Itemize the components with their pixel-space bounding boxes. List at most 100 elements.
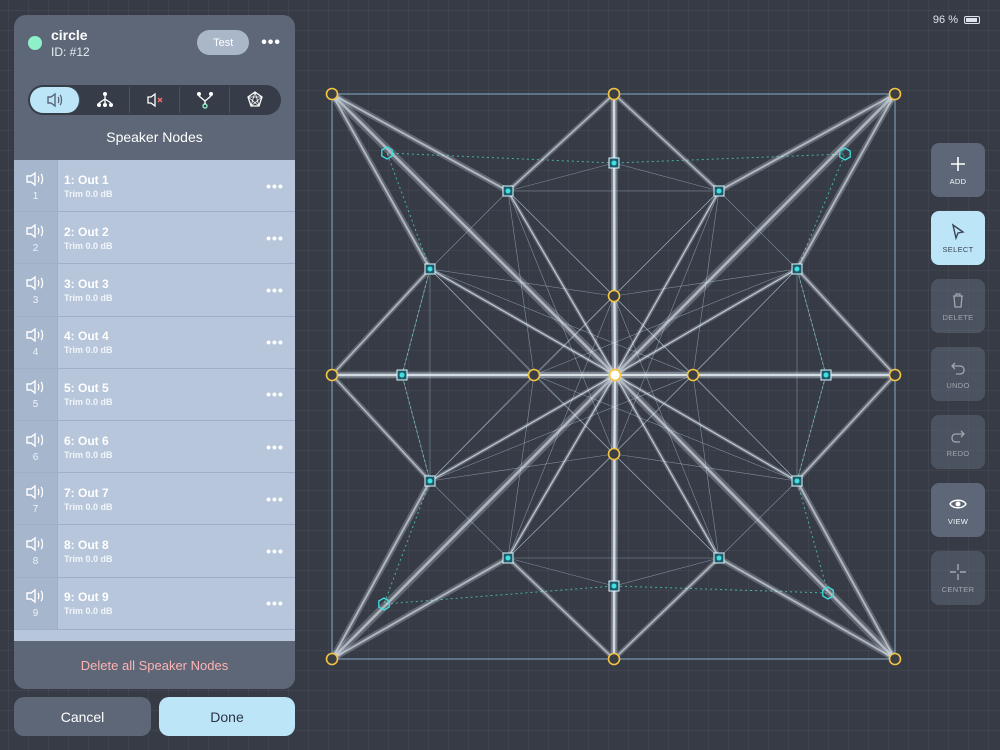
anchor-node-circle[interactable] (325, 368, 339, 382)
tool-label: UNDO (946, 380, 970, 390)
speaker-node-dot[interactable] (427, 478, 433, 484)
node-name: 7: Out 7 (64, 485, 109, 500)
node-trim: Trim 0.0 dB (64, 449, 113, 460)
connection-line (429, 374, 535, 482)
spoke-line (507, 93, 615, 192)
speaker-layout-canvas[interactable] (310, 70, 920, 680)
tool-delete-button[interactable]: DELETE (931, 279, 985, 333)
tool-label: ADD (949, 176, 967, 186)
tool-palette: ADD SELECT DELETE UNDO REDO VIEW CENTER (931, 143, 985, 619)
speaker-node-list[interactable]: 1 1: Out 1 Trim 0.0 dB ••• 2 2: Out 2 Tr… (14, 160, 295, 656)
speaker-node-dot[interactable] (823, 372, 829, 378)
node-info: 3: Out 3 Trim 0.0 dB (58, 264, 255, 315)
tool-label: DELETE (942, 312, 974, 322)
tool-label: REDO (946, 448, 970, 458)
row-more-options-icon[interactable]: ••• (255, 264, 295, 315)
anchor-node-circle[interactable] (607, 652, 621, 666)
test-button[interactable]: Test (197, 30, 250, 55)
speaker-node-row[interactable]: 9 9: Out 9 Trim 0.0 dB ••• (14, 577, 295, 630)
node-name: 6: Out 6 (64, 433, 109, 448)
speaker-node-dot[interactable] (505, 188, 511, 194)
node-number: 7 (32, 503, 39, 515)
tool-undo-button[interactable]: UNDO (931, 347, 985, 401)
done-button[interactable]: Done (159, 697, 295, 736)
anchor-node-circle[interactable] (607, 87, 621, 101)
tree-node-icon (196, 92, 213, 109)
tab-speaker-nodes[interactable] (30, 87, 80, 113)
more-options-icon[interactable]: ••• (261, 34, 281, 52)
tool-label: SELECT (942, 244, 974, 254)
row-more-options-icon[interactable]: ••• (255, 317, 295, 368)
speaker-node-dot[interactable] (794, 266, 800, 272)
row-more-options-icon[interactable]: ••• (255, 212, 295, 263)
anchor-node-circle[interactable] (325, 87, 339, 101)
speaker-node-row[interactable]: 1 1: Out 1 Trim 0.0 dB ••• (14, 160, 295, 213)
plus-icon (951, 156, 965, 171)
speaker-node-row[interactable]: 8 8: Out 8 Trim 0.0 dB ••• (14, 525, 295, 578)
node-number: 4 (32, 347, 39, 359)
speaker-node-dot[interactable] (716, 188, 722, 194)
anchor-node-circle[interactable] (607, 447, 621, 461)
speaker-icon (25, 588, 43, 604)
tab-muted-speakers[interactable] (130, 87, 180, 113)
speaker-muted-icon (146, 92, 162, 108)
tool-add-button[interactable]: ADD (931, 143, 985, 197)
node-type-segmented-control (28, 85, 281, 115)
speaker-node-dot[interactable] (794, 478, 800, 484)
speaker-node-dot[interactable] (427, 266, 433, 272)
speaker-icon (25, 484, 43, 500)
eye-icon (949, 499, 967, 508)
anchor-node-circle[interactable] (686, 368, 700, 382)
speaker-node-row[interactable]: 2 2: Out 2 Trim 0.0 dB ••• (14, 212, 295, 265)
cancel-button[interactable]: Cancel (14, 697, 151, 736)
tab-hierarchy[interactable] (80, 87, 130, 113)
anchor-node-circle[interactable] (888, 368, 902, 382)
tool-center-button[interactable]: CENTER (931, 551, 985, 605)
speaker-node-dot[interactable] (611, 160, 617, 166)
spoke-line (613, 295, 616, 376)
row-more-options-icon[interactable]: ••• (255, 578, 295, 629)
speaker-icon (46, 92, 62, 108)
tool-label: CENTER (941, 584, 975, 594)
tab-network[interactable] (230, 87, 279, 113)
speaker-node-row[interactable]: 3 3: Out 3 Trim 0.0 dB ••• (14, 264, 295, 317)
node-name: 2: Out 2 (64, 224, 109, 239)
spoke-line (331, 93, 616, 376)
anchor-node-circle[interactable] (325, 652, 339, 666)
node-info: 4: Out 4 Trim 0.0 dB (58, 317, 255, 368)
speaker-node-row[interactable]: 6 6: Out 6 Trim 0.0 dB ••• (14, 420, 295, 474)
row-more-options-icon[interactable]: ••• (255, 421, 295, 472)
speaker-node-row[interactable]: 4 4: Out 4 Trim 0.0 dB ••• (14, 316, 295, 369)
speaker-node-dot[interactable] (399, 372, 405, 378)
node-name: 9: Out 9 (64, 590, 109, 605)
tool-select-button[interactable]: SELECT (931, 211, 985, 265)
redo-icon (951, 430, 965, 443)
node-trim: Trim 0.0 dB (64, 240, 113, 251)
anchor-node-circle[interactable] (888, 652, 902, 666)
speaker-node-dot[interactable] (505, 555, 511, 561)
node-info: 1: Out 1 Trim 0.0 dB (58, 160, 255, 211)
speaker-node-dot[interactable] (611, 583, 617, 589)
speaker-node-dot[interactable] (716, 555, 722, 561)
row-more-options-icon[interactable]: ••• (255, 525, 295, 576)
node-name: 5: Out 5 (64, 381, 109, 396)
row-more-options-icon[interactable]: ••• (255, 160, 295, 211)
speaker-node-row[interactable]: 5 5: Out 5 Trim 0.0 dB ••• (14, 368, 295, 421)
center-node-circle[interactable] (608, 368, 622, 382)
anchor-node-circle[interactable] (607, 289, 621, 303)
row-more-options-icon[interactable]: ••• (255, 473, 295, 524)
node-info: 9: Out 9 Trim 0.0 dB (58, 578, 255, 629)
speaker-node-row[interactable]: 7 7: Out 7 Trim 0.0 dB ••• (14, 473, 295, 526)
node-number-cell: 6 (14, 420, 58, 473)
tab-tree[interactable] (180, 87, 230, 113)
node-trim: Trim 0.0 dB (64, 606, 113, 617)
tool-label: VIEW (947, 516, 969, 526)
anchor-node-circle[interactable] (888, 87, 902, 101)
setup-name: circle (51, 26, 88, 43)
node-trim: Trim 0.0 dB (64, 501, 113, 512)
tool-redo-button[interactable]: REDO (931, 415, 985, 469)
tool-view-button[interactable]: VIEW (931, 483, 985, 537)
row-more-options-icon[interactable]: ••• (255, 369, 295, 420)
delete-all-button[interactable]: Delete all Speaker Nodes (14, 641, 295, 689)
anchor-node-circle[interactable] (527, 368, 541, 382)
